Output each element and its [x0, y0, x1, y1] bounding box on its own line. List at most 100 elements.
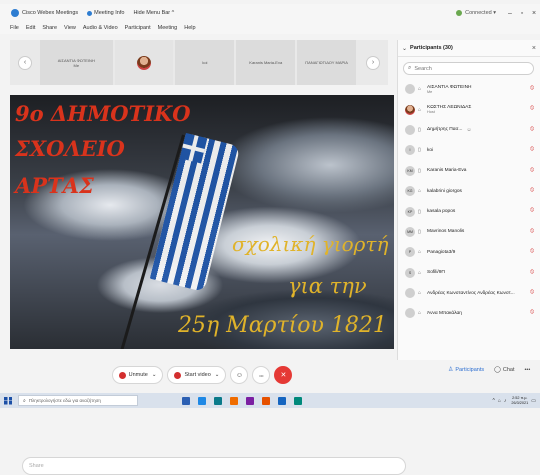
more-panels-button[interactable]: •••: [524, 367, 530, 373]
participant-name: koi: [427, 147, 434, 153]
more-options-button[interactable]: •••: [252, 366, 271, 384]
participant-row[interactable]: S ⌂ Sofili/9Π ⦸: [398, 263, 540, 283]
participant-row[interactable]: KG ⌂ kalabrini giorgos ⦸: [398, 181, 540, 201]
taskbar-app-icon[interactable]: [230, 396, 238, 405]
mic-muted-icon[interactable]: ⦸: [530, 248, 534, 255]
mic-muted-icon[interactable]: ⦸: [530, 309, 534, 316]
video-tile[interactable]: ΑΙΣΑΝΤΙΑ ΦΩΤΕΙΝΗ Me: [40, 40, 113, 85]
chat-toggle-button[interactable]: ◯ Chat: [494, 366, 514, 374]
video-tile[interactable]: Karanis Maria-Eva: [236, 40, 296, 85]
menu-file[interactable]: File: [10, 25, 19, 31]
device-icon: ⌂: [418, 188, 422, 195]
mic-muted-icon[interactable]: ⦸: [530, 187, 534, 194]
strip-prev-button[interactable]: ‹: [18, 55, 32, 70]
device-icon: ⌂: [418, 106, 422, 113]
participant-name: Mavrinos Manolis: [427, 229, 465, 235]
menu-help[interactable]: Help: [184, 25, 195, 31]
participant-row[interactable]: KM ▯ Karanis Maria-Eva ⦸: [398, 161, 540, 181]
shared-content: 9ο ΔΗΜΟΤΙΚΟ ΣΧΟΛΕΙΟ ΑΡΤΑΣ σχολική γιορτή…: [10, 95, 394, 349]
maximize-button[interactable]: ▫: [516, 10, 528, 17]
taskbar-app-icon[interactable]: [214, 396, 222, 405]
menu-view[interactable]: View: [64, 25, 76, 31]
participant-name-wrap: Άννα Μπακάλαη: [427, 311, 462, 316]
taskbar-app-icon[interactable]: [278, 396, 286, 405]
strip-next-button[interactable]: ›: [366, 55, 381, 70]
search-input[interactable]: [414, 65, 515, 72]
video-tile[interactable]: [114, 40, 174, 85]
mic-muted-icon[interactable]: ⦸: [530, 146, 534, 153]
event-line-2: για την: [288, 274, 367, 298]
tile-name: Karanis Maria-Eva: [249, 60, 283, 65]
mic-muted-icon[interactable]: ⦸: [530, 105, 534, 112]
mic-muted-icon[interactable]: ⦸: [530, 289, 534, 296]
unmute-button[interactable]: Unmute ⌄: [111, 366, 164, 384]
taskbar-app-icon[interactable]: [262, 396, 270, 405]
taskbar-app-icon[interactable]: [198, 396, 206, 405]
minimize-button[interactable]: –: [504, 10, 516, 17]
reactions-button[interactable]: ☺: [230, 366, 249, 384]
windows-start-icon[interactable]: [4, 396, 12, 405]
mic-muted-icon[interactable]: ⦸: [530, 207, 534, 214]
close-button[interactable]: ×: [528, 10, 540, 17]
participant-row[interactable]: ⌂ Ανδρέας Κωνσταντίνος Ανδρέας Κωνστ... ⦸: [398, 283, 540, 303]
participant-row[interactable]: ▯ Δημήτρης Πασ... ☺ ⦸: [398, 120, 540, 140]
meeting-info-link[interactable]: Meeting Info: [94, 10, 124, 16]
participant-row[interactable]: ⌂ ΑΙΣΑΝΤΙΑ ΦΩΤΕΙΝΗ Me ⦸: [398, 79, 540, 99]
windows-taskbar: ⌕ Πληκτρολογήστε εδώ για αναζήτηση ^ ⌂ ♪…: [0, 393, 540, 408]
taskbar-app-icon[interactable]: [294, 396, 302, 405]
participant-row[interactable]: KP ▯ kasala popos ⦸: [398, 201, 540, 221]
participant-name-wrap: Sofili/9Π: [427, 270, 445, 275]
taskbar-search-placeholder: Πληκτρολογήστε εδώ για αναζήτηση: [28, 398, 101, 403]
participant-row[interactable]: I ▯ koi ⦸: [398, 140, 540, 160]
participant-row[interactable]: ⌂ ΚΩΣΤΗΣ ΛΕΩΝΙΔΑΣ Host ⦸: [398, 99, 540, 119]
mic-muted-icon[interactable]: ⦸: [530, 126, 534, 133]
taskbar-app-icon[interactable]: [182, 396, 190, 405]
video-tile[interactable]: koi: [175, 40, 235, 85]
avatar: MM: [405, 226, 415, 237]
close-panel-icon[interactable]: ×: [532, 45, 536, 52]
avatar: P: [405, 247, 415, 258]
participant-name-wrap: kasala popos: [427, 209, 455, 214]
menu-share[interactable]: Share: [42, 25, 57, 31]
participant-name: Άννα Μπακάλαη: [427, 310, 462, 316]
participant-row[interactable]: MM ▯ Mavrinos Manolis ⦸: [398, 222, 540, 242]
mic-muted-icon[interactable]: ⦸: [530, 167, 534, 174]
search-icon: ⌕: [408, 65, 412, 71]
share-button[interactable]: Share: [22, 457, 406, 475]
participant-name-wrap: ΚΩΣΤΗΣ ΛΕΩΝΙΔΑΣ Host: [427, 105, 471, 114]
mic-muted-icon[interactable]: ⦸: [530, 85, 534, 92]
mic-muted-icon[interactable]: ⦸: [530, 228, 534, 235]
menu-audio-video[interactable]: Audio & Video: [83, 25, 118, 31]
participant-row[interactable]: P ⌂ Panagiota3/9 ⦸: [398, 242, 540, 262]
start-video-button[interactable]: Start video ⌄: [167, 366, 227, 384]
volume-icon[interactable]: ♪: [504, 398, 507, 404]
participant-name-wrap: Karanis Maria-Eva: [427, 168, 466, 173]
mic-muted-icon: [118, 371, 126, 379]
app-title: Cisco Webex Meetings: [22, 10, 79, 16]
webex-window: Cisco Webex Meetings Meeting Info Hide M…: [0, 0, 540, 475]
menu-edit[interactable]: Edit: [26, 25, 35, 31]
network-icon[interactable]: ⌂: [498, 398, 501, 404]
participant-row[interactable]: ⌂ Άννα Μπακάλαη ⦸: [398, 303, 540, 323]
collapse-chevron-icon[interactable]: ⌄: [402, 45, 407, 52]
hide-menu-bar-toggle[interactable]: Hide Menu Bar ^: [133, 10, 174, 16]
participants-header: ⌄ Participants (30) ×: [398, 40, 540, 57]
device-icon: ⌂: [418, 290, 422, 297]
mic-muted-icon[interactable]: ⦸: [530, 269, 534, 276]
menu-participant[interactable]: Participant: [125, 25, 151, 31]
greek-flag-image: [149, 133, 241, 293]
chevron-up-icon[interactable]: ^: [492, 398, 494, 404]
end-meeting-button[interactable]: ✕: [274, 366, 293, 384]
menu-meeting[interactable]: Meeting: [158, 25, 178, 31]
chat-icon: ◯: [494, 367, 501, 373]
participants-toggle-button[interactable]: ♙ Participants: [448, 366, 484, 374]
taskbar-search[interactable]: ⌕ Πληκτρολογήστε εδώ για αναζήτηση: [18, 395, 138, 406]
video-tile[interactable]: ΠΑΝΑΓΙΩΤΙΔΟΥ ΜΑΡΙΑ: [297, 40, 357, 85]
taskbar-apps: [178, 396, 306, 405]
connection-status[interactable]: Connected ▾: [465, 10, 496, 16]
clock[interactable]: 2:52 π.μ. 26/3/2021: [511, 396, 528, 404]
notifications-icon[interactable]: ▭: [531, 398, 536, 404]
avatar: [405, 124, 415, 135]
connection-icon: [456, 10, 463, 16]
taskbar-app-icon[interactable]: [246, 396, 254, 405]
